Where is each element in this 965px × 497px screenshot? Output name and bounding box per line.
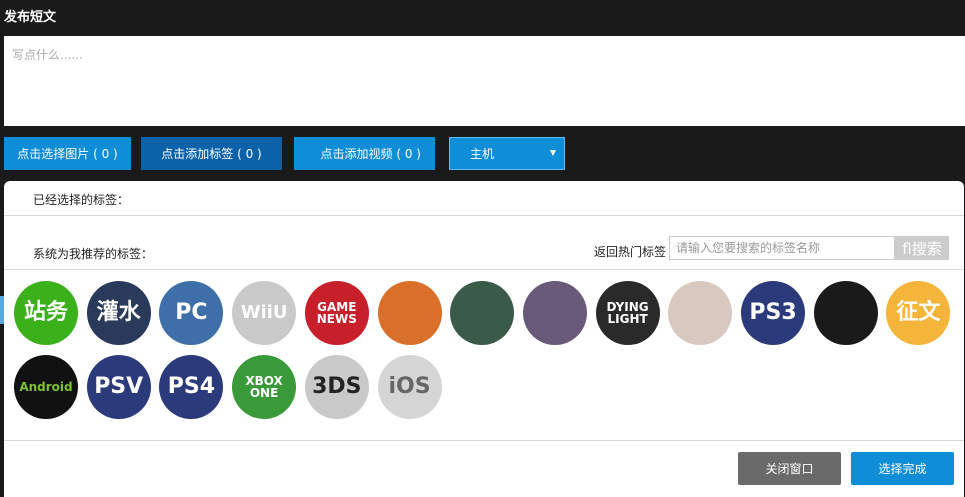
tag-psv-icon[interactable]: PSV xyxy=(86,355,151,419)
page-header-title: 发布短文 xyxy=(4,10,57,25)
divider xyxy=(4,440,964,441)
compose-textarea[interactable] xyxy=(12,46,957,116)
select-done-button[interactable]: 选择完成 xyxy=(851,452,954,485)
add-tag-button[interactable]: 点击添加标签 ( 0 ) xyxy=(141,137,282,170)
tag-label: WiiU xyxy=(240,302,288,323)
tag-android-icon[interactable]: Android xyxy=(14,355,78,419)
tag-ps4-controller-icon[interactable] xyxy=(813,281,878,345)
tag-panel: 已经选择的标签： 系统为我推荐的标签： 返回热门标签 fl搜索 站务 灌水 PC Wi… xyxy=(4,181,964,497)
close-window-button[interactable]: 关闭窗口 xyxy=(738,452,841,485)
tag-label: PC xyxy=(175,300,208,325)
tag-label: GAME NEWS xyxy=(316,300,357,326)
tag-dying-light-icon[interactable]: DYING LIGHT xyxy=(595,281,660,345)
tag-legend-of-legacy-icon[interactable] xyxy=(522,281,587,345)
tag-game-news-icon[interactable]: GAME NEWS xyxy=(304,281,369,345)
tag-label: DYING LIGHT xyxy=(606,300,649,326)
divider xyxy=(4,215,964,216)
tag-pc-icon[interactable]: PC xyxy=(159,281,224,345)
tag-ps4-icon[interactable]: PS4 xyxy=(159,355,224,419)
tag-label: 灌水 xyxy=(96,300,141,325)
tag-label: XBOX ONE xyxy=(245,374,283,400)
tag-label: PSV xyxy=(94,374,144,399)
pick-image-button[interactable]: 点击选择图片 ( 0 ) xyxy=(4,137,131,170)
tag-ios-icon[interactable]: iOS xyxy=(377,355,442,419)
tag-label: 3DS xyxy=(312,374,362,399)
tag-label: PS4 xyxy=(167,374,216,399)
tag-label: PS3 xyxy=(749,300,797,325)
divider xyxy=(4,269,964,270)
tag-label: 站务 xyxy=(23,300,68,325)
tag-label: Android xyxy=(19,380,73,394)
tag-zhengwen-icon[interactable]: 征文 xyxy=(886,281,951,345)
category-select[interactable]: 主机 xyxy=(449,137,565,170)
tag-search-input[interactable] xyxy=(669,236,895,260)
tag-xbox-one-icon[interactable]: XBOX ONE xyxy=(232,355,297,419)
tag-game-art-1-icon[interactable] xyxy=(450,281,515,345)
tag-label: iOS xyxy=(388,374,431,399)
recommended-tags-label: 系统为我推荐的标签： xyxy=(33,247,154,261)
add-video-button[interactable]: 点击添加视频 ( 0 ) xyxy=(294,137,435,170)
tag-wiiu-icon[interactable]: WiiU xyxy=(232,281,297,345)
tag-anime-art-icon[interactable] xyxy=(668,281,733,345)
tag-zhanwu-icon[interactable]: 站务 xyxy=(14,281,78,345)
compose-area xyxy=(4,36,965,126)
category-select-value: 主机 xyxy=(470,147,495,161)
selected-tags-label: 已经选择的标签： xyxy=(33,193,130,207)
tag-ps3-icon[interactable]: PS3 xyxy=(741,281,805,345)
tag-guanshui-icon[interactable]: 灌水 xyxy=(86,281,151,345)
tag-label: 征文 xyxy=(896,300,941,325)
tag-search-button[interactable]: fl搜索 xyxy=(895,236,949,260)
tag-3ds-icon[interactable]: 3DS xyxy=(304,355,369,419)
hot-tags-link[interactable]: 返回热门标签 xyxy=(594,243,666,260)
chevron-down-icon xyxy=(550,150,556,156)
tag-dragon-art-icon[interactable] xyxy=(377,281,442,345)
